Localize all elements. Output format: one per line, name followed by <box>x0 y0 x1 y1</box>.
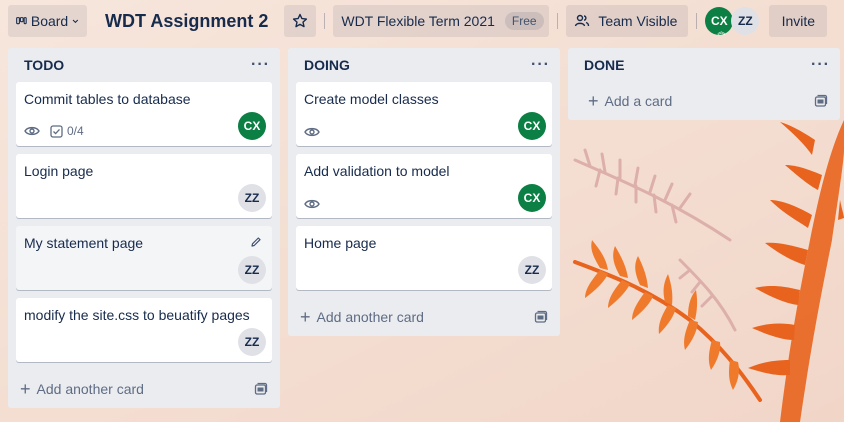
template-icon[interactable] <box>814 94 828 108</box>
chevron-down-icon <box>72 19 79 24</box>
checklist-icon <box>50 124 63 138</box>
board-view-switcher[interactable]: Board <box>8 5 87 37</box>
add-card-label: Add a card <box>604 93 673 109</box>
header-divider <box>557 13 559 29</box>
header-divider <box>324 13 326 29</box>
eye-icon <box>24 126 40 136</box>
list-item[interactable]: Create model classes CX <box>296 82 552 146</box>
card-title: My statement page <box>24 235 144 251</box>
avatar[interactable]: CX <box>518 184 546 212</box>
checklist-badge: 0/4 <box>50 124 84 138</box>
board-title[interactable]: WDT Assignment 2 <box>95 11 276 32</box>
plan-badge: Free <box>504 12 544 30</box>
avatar[interactable]: ZZ <box>518 256 546 284</box>
header-divider <box>696 13 698 29</box>
avatar[interactable]: ZZ <box>238 328 266 356</box>
watching-badge <box>304 126 320 138</box>
visibility-label: Team Visible <box>598 13 678 29</box>
list-menu-button[interactable]: ··· <box>531 56 550 74</box>
list-item[interactable]: Login page ZZ <box>16 154 272 218</box>
list-todo: TODO ··· Commit tables to database 0/4 C… <box>8 48 280 408</box>
list-title[interactable]: DONE <box>584 57 624 73</box>
list-title[interactable]: DOING <box>304 57 350 73</box>
plus-icon: + <box>588 91 599 111</box>
eye-icon <box>304 199 320 209</box>
list-header: DOING ··· <box>288 48 560 82</box>
list-item[interactable]: My statement page ZZ <box>16 226 272 290</box>
checklist-count: 0/4 <box>67 124 84 138</box>
invite-button[interactable]: Invite <box>769 5 828 37</box>
visibility-button[interactable]: Team Visible <box>566 5 689 37</box>
card-title: Commit tables to database <box>24 91 191 107</box>
list-header: TODO ··· <box>8 48 280 82</box>
card-title: Home page <box>304 235 377 251</box>
board-header: Board WDT Assignment 2 WDT Flexible Term… <box>0 0 844 42</box>
card-title: Create model classes <box>304 91 439 107</box>
list-menu-button[interactable]: ··· <box>251 56 270 74</box>
pencil-icon[interactable] <box>250 236 262 248</box>
star-board-button[interactable] <box>284 5 317 37</box>
card-badges <box>304 126 320 138</box>
card-title: Login page <box>24 163 94 179</box>
plus-icon: + <box>300 307 311 327</box>
add-card-button[interactable]: + Add another card <box>288 298 560 336</box>
workspace-button[interactable]: WDT Flexible Term 2021 Free <box>333 5 550 37</box>
plus-icon: + <box>20 379 31 399</box>
list-done: DONE ··· + Add a card <box>568 48 840 120</box>
avatar[interactable]: ZZ <box>238 256 266 284</box>
add-card-button[interactable]: + Add another card <box>8 370 280 408</box>
list-doing: DOING ··· Create model classes CX Add va… <box>288 48 560 336</box>
team-icon <box>575 14 590 27</box>
list-item[interactable]: Commit tables to database 0/4 CX <box>16 82 272 146</box>
board-view-label: Board <box>30 13 69 29</box>
card-title: modify the site.css to beuatify pages <box>24 307 250 323</box>
template-icon[interactable] <box>254 382 268 396</box>
list-header: DONE ··· <box>568 48 840 82</box>
add-card-label: Add another card <box>316 309 424 325</box>
workspace-name: WDT Flexible Term 2021 <box>341 13 495 29</box>
list-title[interactable]: TODO <box>24 57 64 73</box>
list-item[interactable]: Add validation to model CX <box>296 154 552 218</box>
admin-chevron-icon: ︽ <box>717 27 726 36</box>
board-view-icon <box>16 17 27 25</box>
template-icon[interactable] <box>534 310 548 324</box>
watching-badge <box>24 125 40 137</box>
add-card-label: Add another card <box>36 381 144 397</box>
card-badges: 0/4 <box>24 124 84 138</box>
board-members: CX ︽ ZZ <box>705 7 760 36</box>
list-item[interactable]: modify the site.css to beuatify pages ZZ <box>16 298 272 362</box>
avatar[interactable]: ZZ <box>238 184 266 212</box>
card-badges <box>304 198 320 210</box>
star-icon <box>293 13 308 28</box>
avatar[interactable]: CX <box>518 112 546 140</box>
card-title: Add validation to model <box>304 163 450 179</box>
list-menu-button[interactable]: ··· <box>811 56 830 74</box>
avatar[interactable]: CX <box>238 112 266 140</box>
watching-badge <box>304 198 320 210</box>
list-item[interactable]: Home page ZZ <box>296 226 552 290</box>
avatar[interactable]: ZZ <box>731 7 760 35</box>
eye-icon <box>304 127 320 137</box>
add-card-button[interactable]: + Add a card <box>568 82 840 120</box>
